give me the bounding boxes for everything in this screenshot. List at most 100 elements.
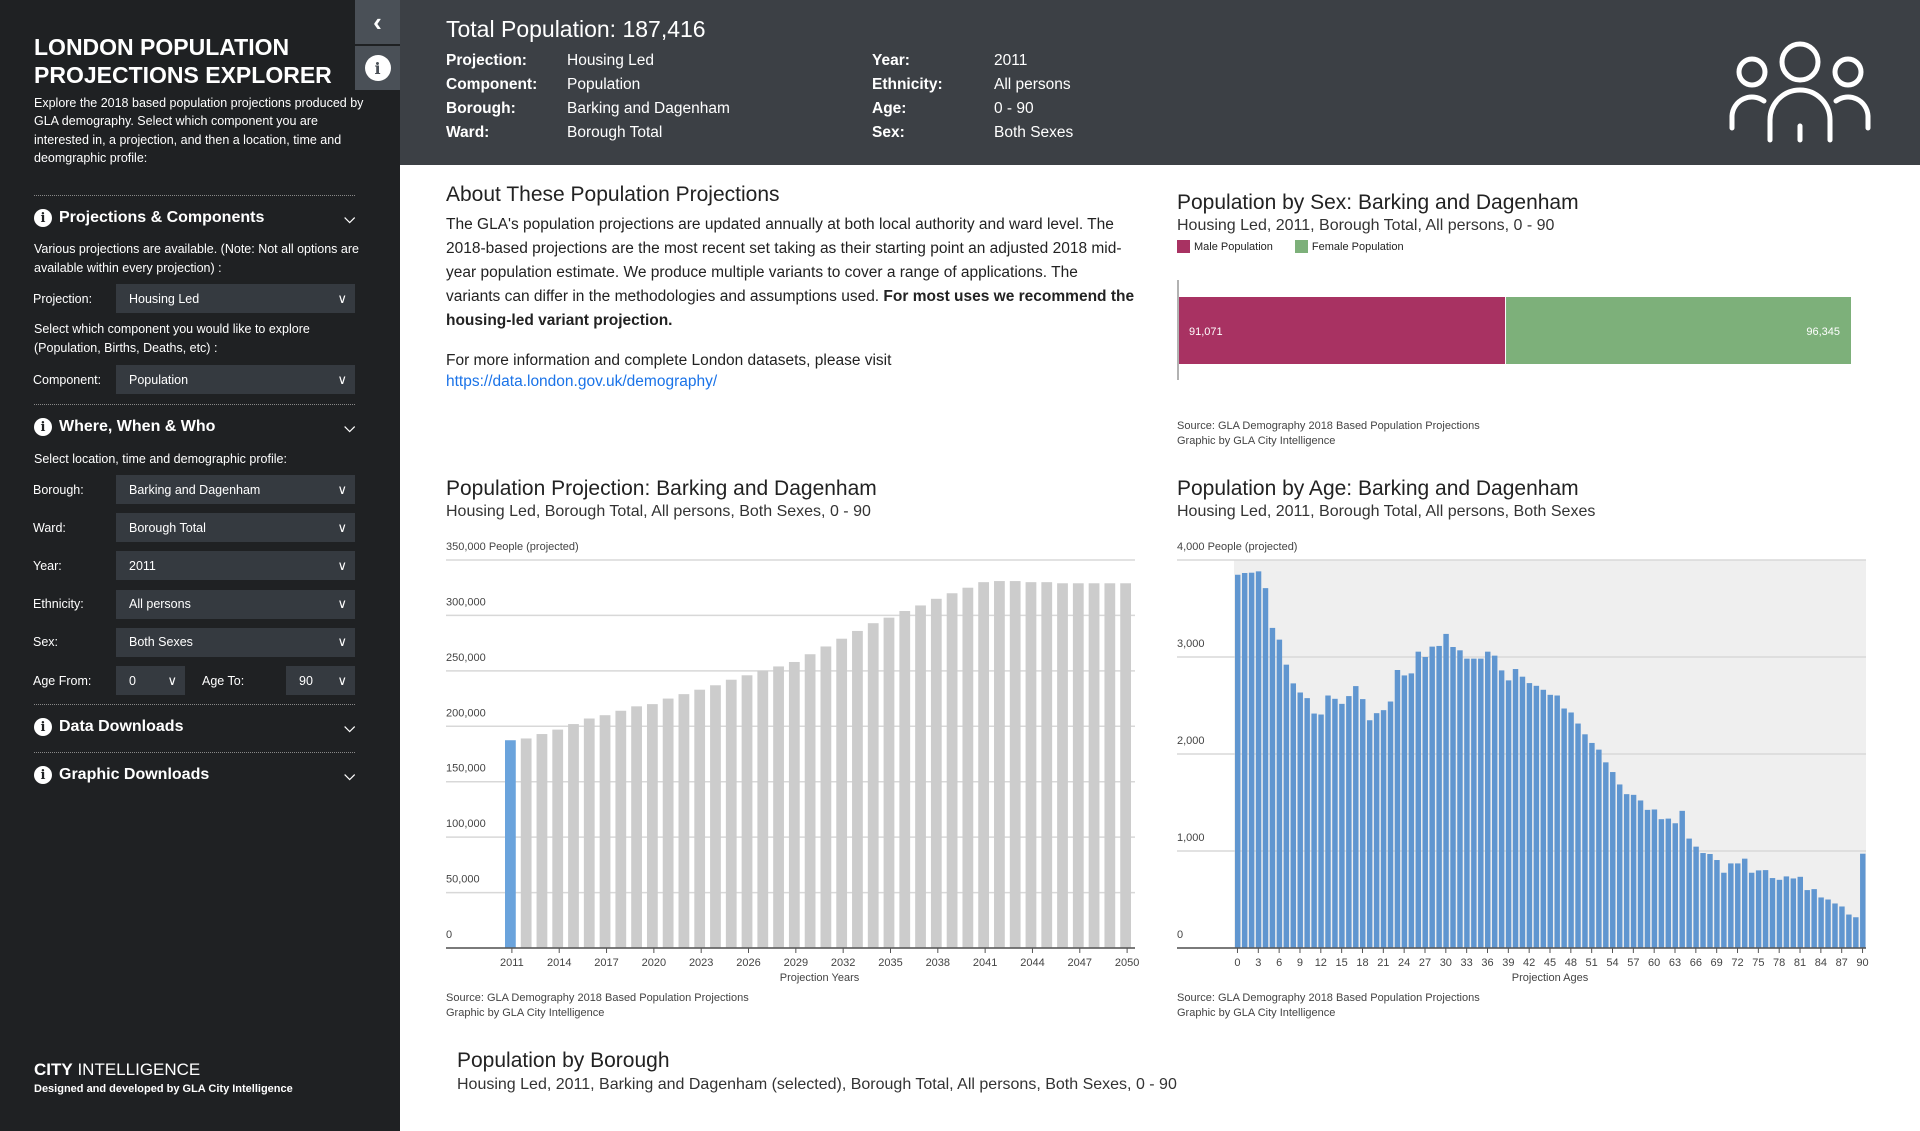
- x-tick-label: 45: [1544, 957, 1556, 969]
- chevron-down-icon: ⌵: [344, 766, 355, 783]
- x-tick-label: 54: [1606, 957, 1618, 969]
- y-tick-label: 350,000 People (projected): [446, 541, 579, 553]
- header-value: Housing Led: [567, 52, 655, 69]
- chevron-down-icon: ∨: [167, 672, 177, 688]
- y-tick-label: 200,000: [446, 707, 486, 719]
- bar-32: [1457, 650, 1463, 948]
- collapse-sidebar-button[interactable]: ‹: [355, 0, 400, 44]
- bar-5: [1269, 627, 1276, 948]
- bar-2032: [836, 638, 848, 948]
- x-tick-label: 2047: [1068, 957, 1092, 969]
- age-to-select[interactable]: 90 ∨: [286, 666, 355, 695]
- people-icon: [1729, 41, 1871, 143]
- borough-select[interactable]: Barking and Dagenham ∨: [116, 475, 355, 504]
- ward-select[interactable]: Borough Total ∨: [116, 513, 355, 543]
- section-note: Select location, time and demographic pr…: [34, 452, 287, 466]
- x-axis-title: Projection Ages: [1512, 972, 1589, 984]
- select-value: Housing Led: [129, 291, 200, 306]
- bar-69: [1714, 860, 1720, 948]
- divider: [34, 195, 355, 196]
- select-value: Barking and Dagenham: [129, 482, 261, 497]
- bar-87: [1839, 906, 1845, 948]
- x-tick-label: 2035: [878, 957, 902, 969]
- chart-source: Source: GLA Demography 2018 Based Popula…: [446, 992, 749, 1019]
- chevron-down-icon: ∨: [337, 596, 347, 612]
- bar-86: [1832, 903, 1838, 948]
- bar-65: [1686, 838, 1692, 948]
- y-tick-label: 250,000: [446, 652, 486, 664]
- bar-2047: [1072, 583, 1084, 948]
- x-tick-label: 0: [1234, 957, 1240, 969]
- bar-45: [1547, 694, 1553, 948]
- bar-23: [1394, 669, 1401, 948]
- info-button[interactable]: i: [355, 46, 400, 90]
- sex-chart: 91,071 96,345: [1177, 280, 1851, 380]
- bar-49: [1575, 723, 1581, 948]
- header-value: Barking and Dagenham: [567, 100, 730, 117]
- field-label: Year:: [33, 558, 62, 573]
- chart-source: Source: GLA Demography 2018 Based Popula…: [1177, 992, 1480, 1019]
- bar-13: [1325, 695, 1331, 948]
- bar-42: [1526, 683, 1533, 948]
- y-tick-label: 4,000 People (projected): [1177, 541, 1297, 553]
- section-data-downloads[interactable]: i Data Downloads ⌵: [34, 715, 355, 739]
- x-tick-label: 3: [1255, 957, 1261, 969]
- bar-27: [1422, 657, 1428, 948]
- bar-61: [1658, 819, 1665, 948]
- bar-89: [1853, 917, 1859, 948]
- bar-11: [1311, 713, 1317, 948]
- bar-2028: [773, 666, 784, 948]
- bar-68: [1707, 854, 1713, 948]
- chart-title: Population Projection: Barking and Dagen…: [446, 477, 877, 500]
- component-label: Component:: [33, 372, 102, 387]
- projection-chart: 0 50,000 100,000 150,000 200,000 250,000 300,0…: [446, 541, 1139, 984]
- section-where-when-who[interactable]: i Where, When & Who ⌵: [34, 415, 355, 439]
- header-value: Both Sexes: [994, 124, 1074, 141]
- bar-73: [1741, 858, 1748, 948]
- bar-75: [1755, 870, 1762, 948]
- bar-2043: [1009, 581, 1021, 948]
- y-tick-label: 0: [446, 929, 452, 941]
- demography-link[interactable]: https://data.london.gov.uk/demography/: [446, 373, 717, 390]
- header-key: Borough:: [446, 100, 516, 117]
- bar-2031: [820, 646, 832, 948]
- app-title: LONDON POPULATION PROJECTIONS EXPLORER: [34, 34, 332, 88]
- footer-credit: Designed and developed by GLA City Intel…: [34, 1083, 293, 1095]
- bar-12: [1318, 714, 1324, 948]
- header-key: Age:: [872, 100, 907, 117]
- age-chart: 0 1,000 2,000 3,000 4,000 People (projected)…: [1177, 541, 1869, 984]
- bar-28: [1429, 646, 1435, 948]
- section-graphic-downloads[interactable]: i Graphic Downloads ⌵: [34, 763, 355, 787]
- bar-21: [1380, 710, 1387, 948]
- section-title: Graphic Downloads: [59, 766, 210, 783]
- sex-chart-header: Population by Sex: Barking and Dagenham …: [1177, 191, 1579, 253]
- bar-77: [1769, 878, 1776, 948]
- x-tick-label: 66: [1690, 957, 1702, 969]
- bar-2026: [741, 675, 753, 948]
- sex-select[interactable]: Both Sexes ∨: [116, 627, 355, 657]
- x-tick-label: 2011: [500, 957, 524, 969]
- chart-title: Population by Age: Barking and Dagenham: [1177, 477, 1579, 500]
- ethnicity-select[interactable]: All persons ∨: [116, 589, 355, 619]
- chevron-down-icon: ∨: [337, 371, 347, 387]
- bar-54: [1610, 772, 1616, 948]
- component-select[interactable]: Population ∨: [116, 365, 355, 394]
- age-from-label: Age From:: [33, 673, 92, 688]
- bar-15: [1339, 703, 1345, 948]
- age-from-select[interactable]: 0 ∨: [116, 666, 185, 695]
- bar-male-population: [1179, 297, 1506, 364]
- year-select[interactable]: 2011 ∨: [116, 551, 355, 581]
- bar-25: [1408, 673, 1415, 948]
- y-tick-label: 50,000: [446, 874, 480, 886]
- x-tick-label: 81: [1794, 957, 1806, 969]
- projection-select[interactable]: Housing Led ∨: [116, 284, 355, 313]
- section-projections-components[interactable]: i Projections & Components ⌵: [34, 206, 355, 230]
- bar-88: [1846, 914, 1852, 948]
- chart-subtitle: Housing Led, Borough Total, All persons,…: [446, 503, 871, 520]
- age-to-label: Age To:: [202, 673, 245, 688]
- x-tick-label: 42: [1523, 957, 1535, 969]
- bar-9: [1297, 692, 1303, 948]
- about-more: For more information and complete London…: [446, 352, 892, 369]
- info-icon: i: [34, 718, 52, 736]
- divider: [34, 752, 355, 753]
